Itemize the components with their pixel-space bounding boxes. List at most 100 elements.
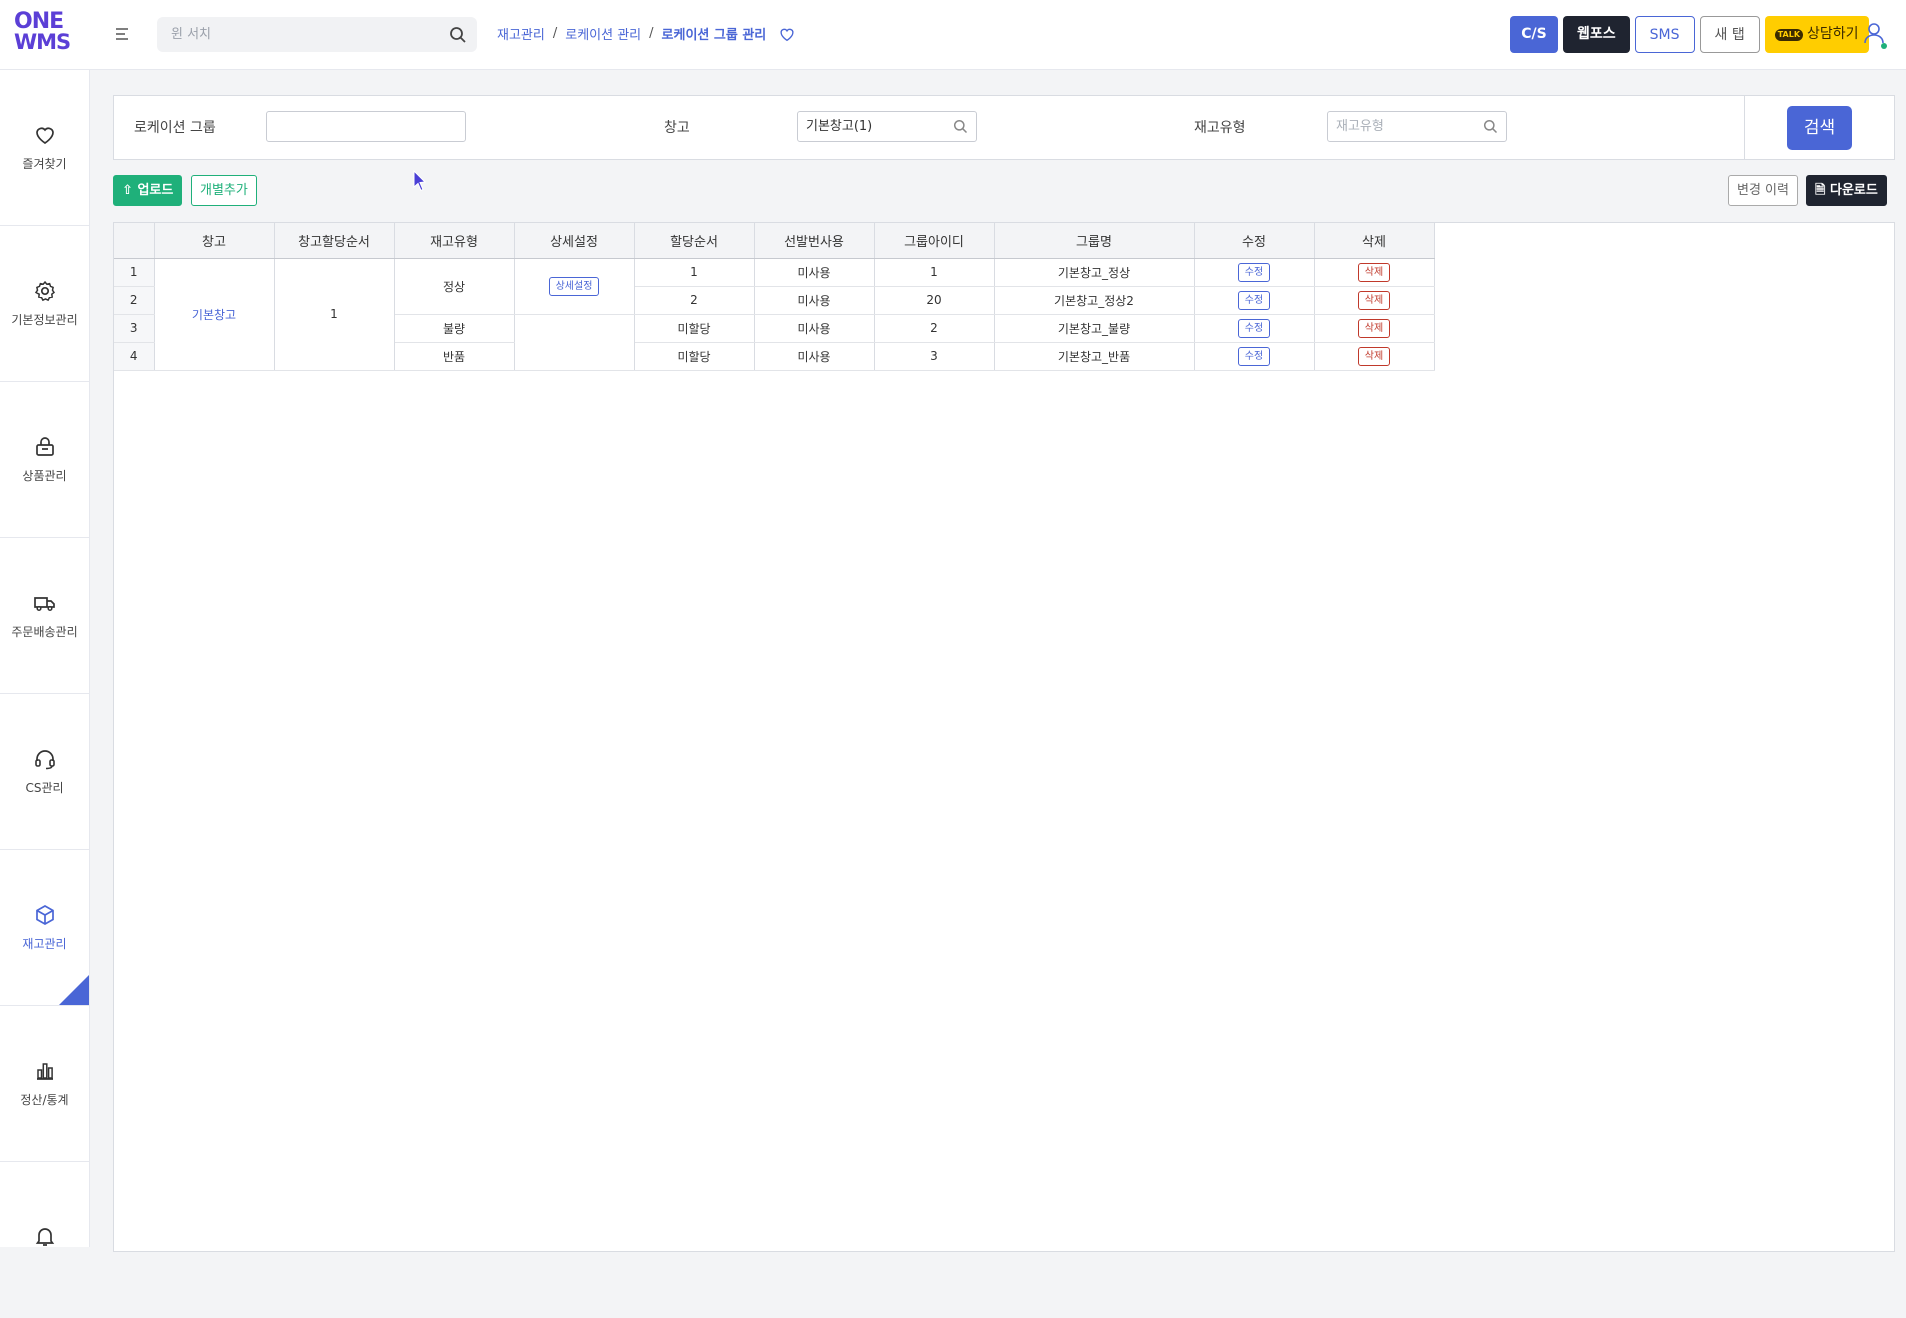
delete-cell: 삭제 bbox=[1314, 286, 1435, 315]
user-profile-icon[interactable] bbox=[1862, 20, 1888, 50]
row-number: 3 bbox=[114, 314, 155, 343]
sidebar-item-label: 기본정보관리 bbox=[11, 313, 78, 327]
column-header[interactable]: 수정 bbox=[1194, 223, 1315, 259]
sms-button[interactable]: SMS bbox=[1634, 16, 1695, 53]
sidebar-item-label: CS관리 bbox=[25, 781, 64, 795]
edit-button[interactable]: 수정 bbox=[1237, 262, 1271, 282]
row-number: 4 bbox=[114, 342, 155, 371]
download-button[interactable]: 🗎 다운로드 bbox=[1806, 175, 1887, 206]
detail-setting-button[interactable]: 상세설정 bbox=[548, 276, 600, 296]
warehouse-select[interactable]: 기본창고(1) bbox=[797, 111, 977, 142]
warehouse-order-cell: 1 bbox=[274, 258, 395, 371]
sidebar-item-basic-info[interactable]: 기본정보관리 bbox=[0, 226, 89, 382]
hamburger-menu-icon[interactable] bbox=[113, 24, 133, 44]
delete-button[interactable]: 삭제 bbox=[1357, 290, 1391, 310]
search-icon[interactable] bbox=[953, 119, 968, 134]
kakao-talk-icon: TALK bbox=[1774, 28, 1804, 41]
first-use-cell: 미사용 bbox=[754, 342, 875, 371]
sidebar: 즐겨찾기 기본정보관리 상품관리 주문배송관리 CS관리 재고관리 정산/통계 bbox=[0, 70, 90, 1247]
cs-button[interactable]: C/S bbox=[1510, 16, 1558, 53]
column-header[interactable]: 선발번사용 bbox=[754, 223, 875, 259]
delete-button[interactable]: 삭제 bbox=[1357, 318, 1391, 338]
box-icon bbox=[35, 905, 54, 925]
stock-type-select[interactable]: 재고유형 bbox=[1327, 111, 1507, 142]
column-header[interactable]: 삭제 bbox=[1314, 223, 1435, 259]
logo-line-1: ONE bbox=[14, 9, 64, 34]
group-name-cell: 기본창고_정상2 bbox=[994, 286, 1195, 315]
sidebar-item-products[interactable]: 상품관리 bbox=[0, 382, 89, 538]
row-number: 1 bbox=[114, 258, 155, 287]
sidebar-item-label: 즐겨찾기 bbox=[22, 157, 67, 171]
alloc-order-cell: 1 bbox=[634, 258, 755, 287]
group-name-cell: 기본창고_불량 bbox=[994, 314, 1195, 343]
column-header[interactable]: 할당순서 bbox=[634, 223, 755, 259]
sidebar-item-label: 주문배송관리 bbox=[11, 625, 78, 639]
bag-icon bbox=[35, 437, 54, 456]
global-search bbox=[157, 17, 477, 52]
column-header[interactable]: 재고유형 bbox=[394, 223, 515, 259]
warehouse-link[interactable]: 기본창고 bbox=[192, 308, 236, 322]
edit-button[interactable]: 수정 bbox=[1237, 290, 1271, 310]
webforce-button[interactable]: 웹포스 bbox=[1563, 16, 1630, 53]
upload-button[interactable]: ⇧ 업로드 bbox=[113, 175, 183, 206]
breadcrumb-separator: / bbox=[649, 26, 654, 41]
delete-button[interactable]: 삭제 bbox=[1357, 262, 1391, 282]
sidebar-item-cs[interactable]: CS관리 bbox=[0, 694, 89, 850]
breadcrumb-item[interactable]: 로케이션 관리 bbox=[565, 24, 641, 43]
row-number-header bbox=[114, 223, 155, 259]
sidebar-item-favorites[interactable]: 즐겨찾기 bbox=[0, 70, 89, 226]
column-header[interactable]: 그룹아이디 bbox=[874, 223, 995, 259]
delete-cell: 삭제 bbox=[1314, 314, 1435, 343]
add-item-button[interactable]: 개별추가 bbox=[191, 175, 257, 206]
edit-cell: 수정 bbox=[1194, 286, 1315, 315]
table-row[interactable]: 1 기본창고 1 정상 상세설정 1 미사용 1 기본창고_정상 수정 삭제 bbox=[114, 258, 1435, 371]
location-group-input[interactable] bbox=[266, 111, 466, 142]
change-history-button[interactable]: 변경 이력 bbox=[1728, 175, 1798, 206]
edit-button[interactable]: 수정 bbox=[1237, 318, 1271, 338]
bell-icon bbox=[35, 1228, 54, 1246]
first-use-cell: 미사용 bbox=[754, 314, 875, 343]
search-icon[interactable] bbox=[1483, 119, 1498, 134]
sidebar-item-inventory[interactable]: 재고관리 bbox=[0, 850, 89, 1006]
download-label: 다운로드 bbox=[1829, 183, 1878, 198]
column-header[interactable]: 상세설정 bbox=[514, 223, 635, 259]
consult-label: 상담하기 bbox=[1807, 26, 1859, 42]
edit-cell: 수정 bbox=[1194, 342, 1315, 371]
column-header[interactable]: 그룹명 bbox=[994, 223, 1195, 259]
file-icon: 🗎 bbox=[1815, 183, 1826, 198]
location-group-grid: 창고 창고할당순서 재고유형 상세설정 할당순서 선발번사용 그룹아이디 그룹명… bbox=[113, 222, 1895, 1252]
delete-button[interactable]: 삭제 bbox=[1357, 346, 1391, 366]
app-logo[interactable]: ONE WMS bbox=[14, 9, 74, 58]
alloc-order-cell: 2 bbox=[634, 286, 755, 315]
table-header-row: 창고 창고할당순서 재고유형 상세설정 할당순서 선발번사용 그룹아이디 그룹명… bbox=[114, 223, 1435, 259]
column-header[interactable]: 창고할당순서 bbox=[274, 223, 395, 259]
detail-setting-cell: 상세설정 bbox=[514, 258, 635, 315]
warehouse-value: 기본창고(1) bbox=[806, 119, 873, 134]
upload-icon: ⇧ bbox=[122, 183, 133, 198]
search-button[interactable]: 검색 bbox=[1787, 106, 1852, 150]
consult-button[interactable]: TALK 상담하기 bbox=[1764, 16, 1869, 53]
truck-icon bbox=[33, 597, 55, 612]
breadcrumb: 재고관리 / 로케이션 관리 / 로케이션 그룹 관리 bbox=[497, 24, 796, 43]
favorite-heart-icon[interactable] bbox=[778, 25, 796, 43]
top-buttons: C/S 웹포스 SMS 새 탭 TALK 상담하기 bbox=[1510, 16, 1869, 53]
sidebar-item-settlement[interactable]: 정산/통계 bbox=[0, 1006, 89, 1162]
active-corner-indicator bbox=[59, 975, 89, 1005]
alloc-order-cell: 미할당 bbox=[634, 314, 755, 343]
sidebar-item-notifications[interactable] bbox=[0, 1162, 89, 1318]
group-name-cell: 기본창고_정상 bbox=[994, 258, 1195, 287]
edit-cell: 수정 bbox=[1194, 258, 1315, 287]
new-tab-button[interactable]: 새 탭 bbox=[1699, 16, 1760, 53]
detail-setting-cell bbox=[514, 314, 635, 371]
edit-button[interactable]: 수정 bbox=[1237, 346, 1271, 366]
stock-type-cell: 반품 bbox=[394, 342, 515, 371]
global-search-input[interactable] bbox=[157, 17, 427, 52]
sidebar-item-orders[interactable]: 주문배송관리 bbox=[0, 538, 89, 694]
location-group-label: 로케이션 그룹 bbox=[134, 120, 216, 136]
breadcrumb-item[interactable]: 재고관리 bbox=[497, 24, 545, 43]
group-id-cell: 2 bbox=[874, 314, 995, 343]
bar-chart-icon bbox=[36, 1063, 53, 1080]
edit-cell: 수정 bbox=[1194, 314, 1315, 343]
column-header[interactable]: 창고 bbox=[154, 223, 275, 259]
search-icon[interactable] bbox=[449, 26, 467, 44]
